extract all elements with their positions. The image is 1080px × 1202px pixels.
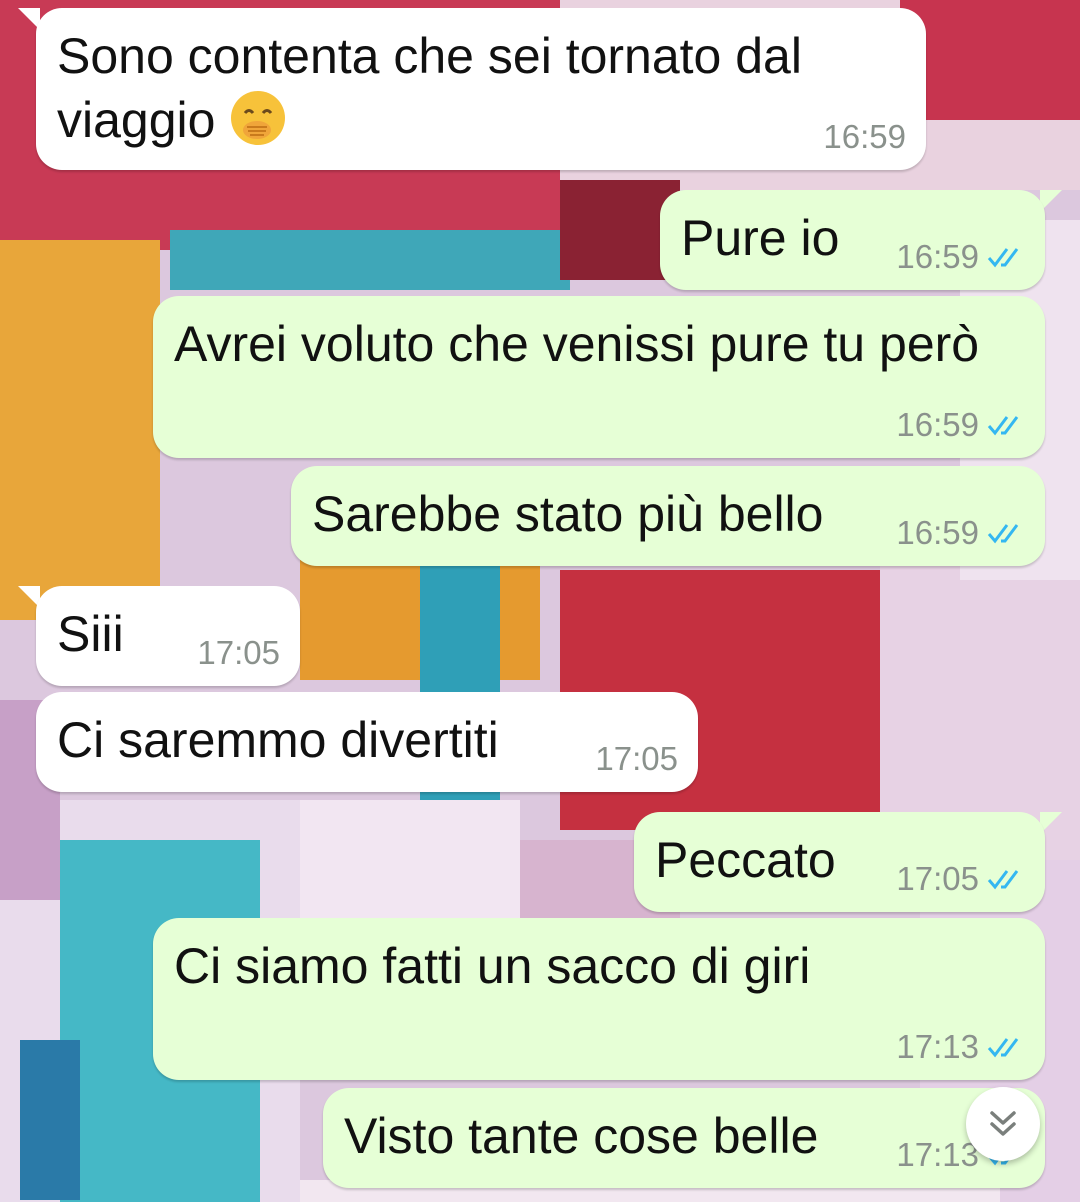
message-text: Avrei voluto che venissi pure tu però <box>174 316 980 372</box>
double-check-icon <box>987 248 1019 268</box>
message-time: 17:05 <box>896 860 979 897</box>
message-meta: 17:05 <box>595 740 678 778</box>
message-meta: 17:05 <box>896 860 1025 898</box>
message-bubble-outgoing[interactable]: Sarebbe stato più bello 16:59 <box>291 466 1045 566</box>
message-meta: 17:05 <box>197 634 280 672</box>
message-time: 17:13 <box>896 1136 979 1173</box>
message-bubble-outgoing[interactable]: Pure io 16:59 <box>660 190 1045 290</box>
message-meta: 16:59 <box>896 514 1025 552</box>
message-meta: 16:59 <box>823 118 906 156</box>
hand-over-mouth-emoji-icon <box>229 89 287 147</box>
double-chevron-down-icon <box>990 1111 1016 1136</box>
message-bubble-incoming[interactable]: Siii 17:05 <box>36 586 300 686</box>
message-time: 17:05 <box>197 634 280 671</box>
message-text: Ci siamo fatti un sacco di giri <box>174 938 811 994</box>
double-check-icon <box>987 524 1019 544</box>
message-text: Visto tante cose belle <box>344 1108 819 1164</box>
message-bubble-outgoing[interactable]: Visto tante cose belle 17:13 <box>323 1088 1045 1188</box>
message-text: Peccato <box>655 832 836 888</box>
message-text: Sono contenta che sei tornato dal viaggi… <box>57 28 802 148</box>
message-time: 16:59 <box>823 118 906 155</box>
scroll-to-bottom-button[interactable] <box>966 1087 1040 1161</box>
message-time: 17:05 <box>595 740 678 777</box>
message-text: Sarebbe stato più bello <box>312 486 824 542</box>
message-text-row: Sono contenta che sei tornato dal viaggi… <box>57 24 802 152</box>
message-text: Ci saremmo divertiti <box>57 712 499 768</box>
message-time: 16:59 <box>896 514 979 551</box>
message-bubble-outgoing[interactable]: Avrei voluto che venissi pure tu però 16… <box>153 296 1045 458</box>
double-check-icon <box>987 416 1019 436</box>
message-text: Pure io <box>681 210 840 266</box>
message-bubble-outgoing[interactable]: Peccato 17:05 <box>634 812 1045 912</box>
message-time: 16:59 <box>896 238 979 275</box>
message-bubble-incoming[interactable]: Sono contenta che sei tornato dal viaggi… <box>36 8 926 170</box>
message-bubble-outgoing[interactable]: Ci siamo fatti un sacco di giri 17:13 <box>153 918 1045 1080</box>
message-meta: 16:59 <box>896 406 1025 444</box>
message-time: 17:13 <box>896 1028 979 1065</box>
message-text: Siii <box>57 606 124 662</box>
double-check-icon <box>987 1038 1019 1058</box>
message-meta: 17:13 <box>896 1028 1025 1066</box>
double-check-icon <box>987 870 1019 890</box>
message-time: 16:59 <box>896 406 979 443</box>
message-meta: 16:59 <box>896 238 1025 276</box>
message-bubble-incoming[interactable]: Ci saremmo divertiti 17:05 <box>36 692 698 792</box>
